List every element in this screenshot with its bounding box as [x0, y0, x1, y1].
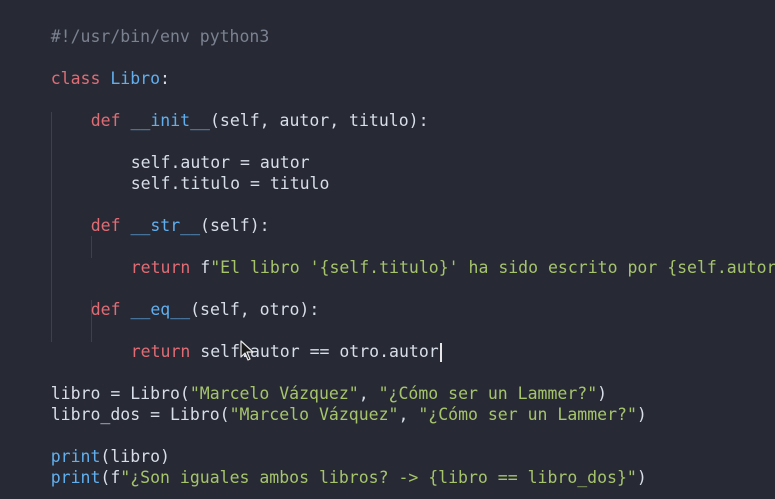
- keyword-def: def: [90, 111, 121, 130]
- code-text: (self, autor, titulo):: [209, 111, 429, 130]
- code-text: self.autor == otro.autor: [190, 342, 439, 361]
- string-literal: "Marcelo Vázquez": [229, 405, 399, 424]
- string-literal: "¿Cómo ser un Lammer?": [418, 405, 637, 424]
- mouse-pointer-icon: [240, 340, 254, 361]
- code-line-8[interactable]: self.titulo = titulo: [91, 152, 330, 193]
- code-text: (self, otro):: [190, 300, 320, 319]
- code-text: (self):: [200, 216, 270, 235]
- code-text: ,: [398, 405, 419, 424]
- code-text: :: [160, 69, 170, 88]
- string-literal: "¿Son iguales ambos libros? -> {libro ==…: [120, 468, 637, 487]
- code-line-12[interactable]: return f"El libro '{self.titulo}' ha sid…: [91, 236, 775, 277]
- text-caret: [439, 343, 442, 362]
- code-text: (f: [100, 468, 121, 487]
- code-text: libro_dos = Libro(: [50, 405, 230, 424]
- code-line-10[interactable]: def __str__(self):: [51, 194, 270, 235]
- code-editor[interactable]: #!/usr/bin/env python3 class Libro: def …: [0, 0, 775, 499]
- builtin-print: print: [50, 468, 101, 487]
- shebang-comment: #!/usr/bin/env python3: [50, 27, 270, 46]
- function-name: __eq__: [130, 300, 191, 319]
- code-line-18[interactable]: libro = Libro("Marcelo Vázquez", "¿Cómo …: [11, 362, 607, 403]
- code-line-19[interactable]: libro_dos = Libro("Marcelo Vázquez", "¿C…: [11, 383, 647, 424]
- code-text: self.titulo = titulo: [130, 174, 330, 193]
- string-literal: "El libro '{self.titulo}' ha sido escrit…: [210, 258, 775, 277]
- code-line-21[interactable]: print(libro): [11, 425, 170, 466]
- code-line-1[interactable]: #!/usr/bin/env python3: [11, 5, 270, 46]
- code-line-22[interactable]: print(f"¿Son iguales ambos libros? -> {l…: [11, 446, 647, 487]
- code-line-14[interactable]: def __eq__(self, otro):: [51, 278, 320, 319]
- keyword-return: return: [130, 258, 191, 277]
- function-name: __init__: [130, 111, 210, 130]
- function-name: __str__: [130, 216, 201, 235]
- keyword-def: def: [90, 216, 121, 235]
- code-line-16[interactable]: return self.autor == otro.autor: [91, 320, 442, 362]
- keyword-class: class: [50, 69, 101, 88]
- code-line-5[interactable]: def __init__(self, autor, titulo):: [51, 89, 429, 130]
- keyword-def: def: [90, 300, 121, 319]
- code-line-7[interactable]: self.autor = autor: [91, 131, 310, 172]
- code-text: ): [636, 405, 647, 424]
- code-text: ): [636, 468, 647, 487]
- class-name: Libro: [110, 69, 161, 88]
- keyword-return: return: [130, 342, 191, 361]
- code-text: f: [190, 258, 211, 277]
- code-line-3[interactable]: class Libro:: [11, 47, 170, 88]
